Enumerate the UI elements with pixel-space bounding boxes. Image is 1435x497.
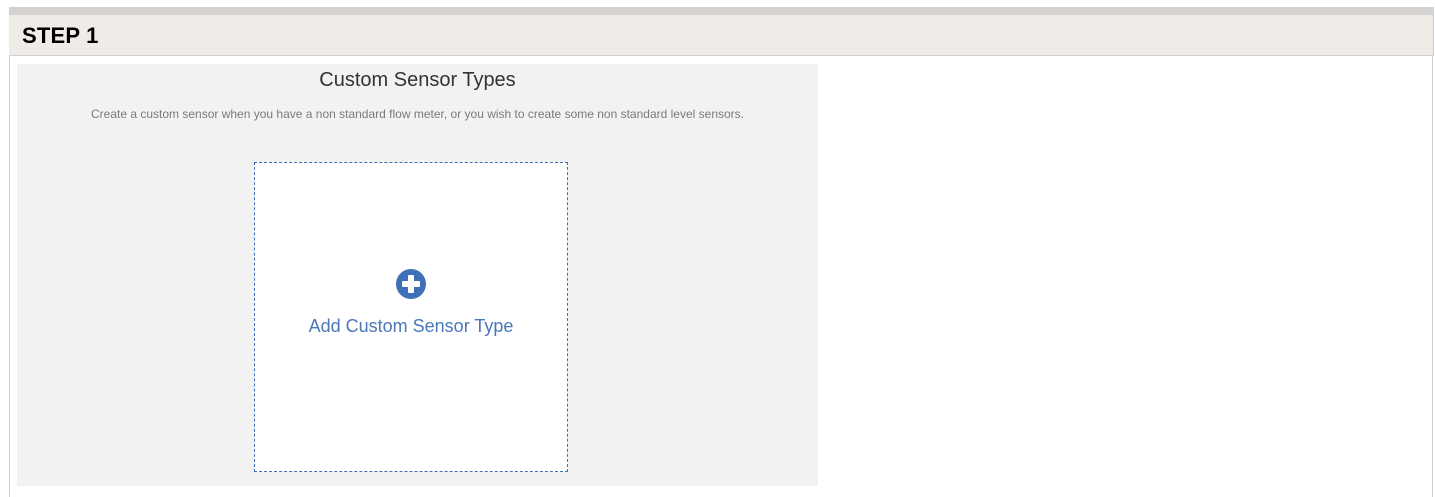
top-divider (9, 7, 1434, 15)
panel-description: Create a custom sensor when you have a n… (90, 107, 744, 121)
add-custom-sensor-type-label: Add Custom Sensor Type (308, 316, 514, 336)
custom-sensor-types-panel: Custom Sensor Types Create a custom sens… (17, 64, 818, 486)
plus-circle-icon (395, 268, 427, 300)
step-header: STEP 1 (9, 15, 1434, 56)
step-title: STEP 1 (22, 23, 99, 48)
panel-title: Custom Sensor Types (319, 69, 516, 91)
add-custom-sensor-type-button[interactable]: Add Custom Sensor Type (254, 162, 568, 472)
